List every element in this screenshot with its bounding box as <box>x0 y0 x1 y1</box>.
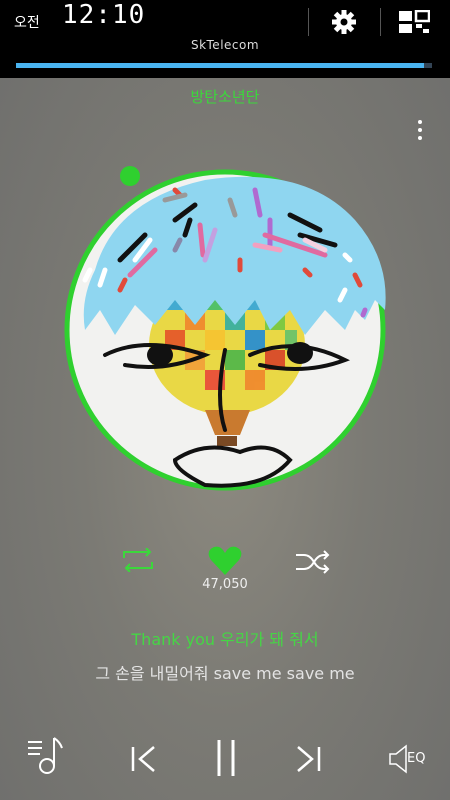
carrier-label: SkTelecom <box>190 38 260 52</box>
progress-bar[interactable] <box>16 63 432 68</box>
like-count: 47,050 <box>202 577 248 592</box>
progress-fill <box>16 63 424 68</box>
equalizer-button[interactable]: EQ <box>388 744 432 774</box>
eq-label: EQ <box>407 751 426 766</box>
current-lyric: Thank you 우리가 돼 줘서 <box>131 630 319 649</box>
shuffle-icon[interactable] <box>296 550 330 574</box>
speaker-icon <box>389 744 407 774</box>
repeat-icon[interactable] <box>120 548 156 572</box>
album-art <box>64 166 386 491</box>
ampm-label: 오전 <box>14 15 40 31</box>
heart-icon[interactable] <box>208 545 242 577</box>
status-bar: 오전 12:10 SkTelecom <box>0 0 450 78</box>
pause-icon[interactable] <box>214 738 238 778</box>
clock: 12:10 <box>62 0 146 30</box>
next-lyric: 그 손을 내밀어줘 save me save me <box>95 664 355 683</box>
status-divider <box>380 8 381 36</box>
gear-icon[interactable] <box>327 9 361 35</box>
artist-name[interactable]: 방탄소년단 <box>0 86 450 107</box>
more-options-icon[interactable] <box>410 116 430 150</box>
status-divider <box>308 8 309 36</box>
grid-icon[interactable] <box>398 10 430 34</box>
previous-icon[interactable] <box>130 745 156 773</box>
playlist-icon[interactable] <box>26 730 66 776</box>
next-icon[interactable] <box>296 745 322 773</box>
